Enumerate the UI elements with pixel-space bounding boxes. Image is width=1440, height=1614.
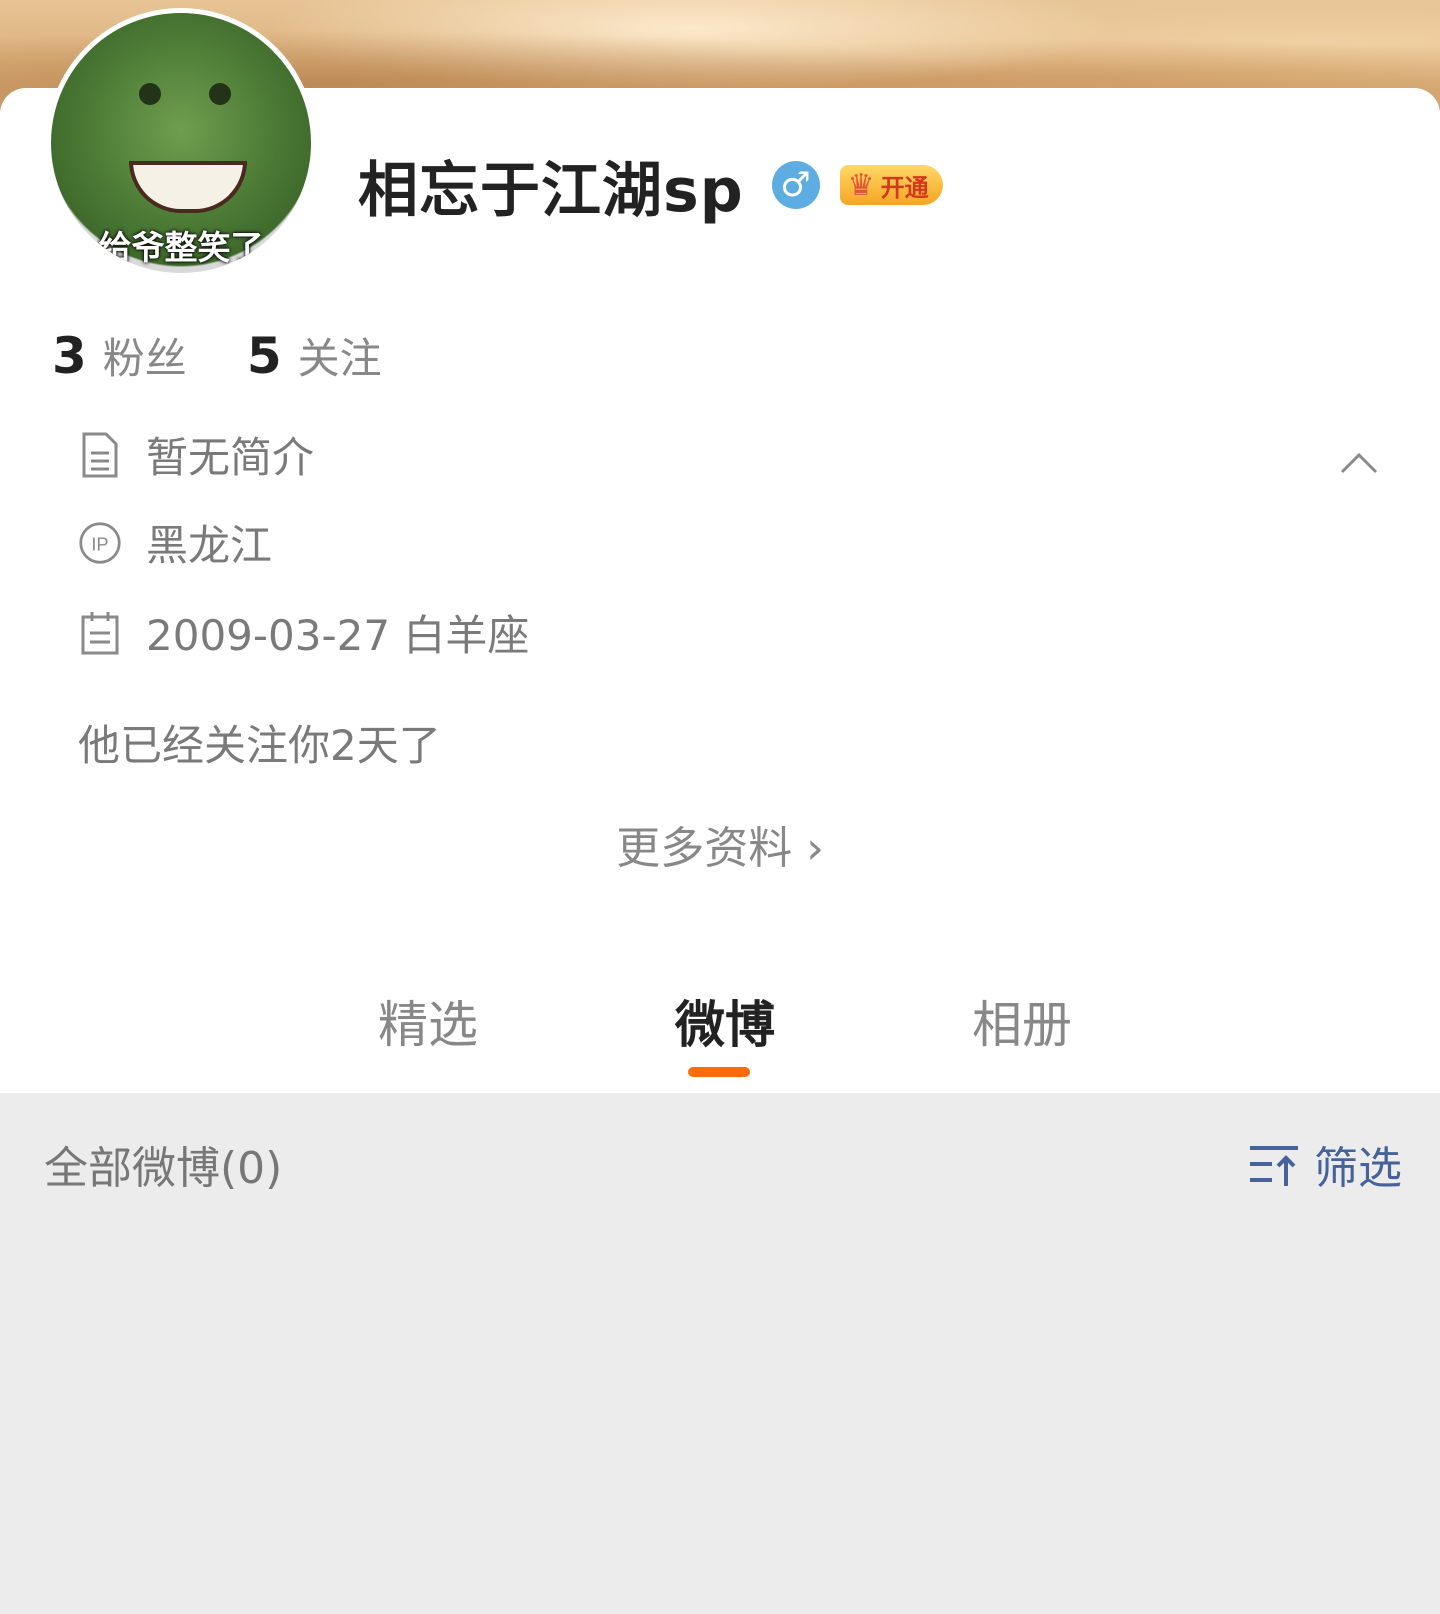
ip-location: 黑龙江 <box>146 521 273 570</box>
avatar[interactable]: 给爷整笑了 <box>46 8 316 278</box>
avatar-eye <box>209 83 231 105</box>
bio-text: 暂无简介 <box>146 433 315 482</box>
vip-label: 开通 <box>880 173 929 202</box>
more-info-link[interactable]: 更多资料 › <box>0 812 1440 876</box>
ip-row: IP 黑龙江 <box>78 512 272 573</box>
bio-row[interactable]: 暂无简介 <box>78 424 314 485</box>
ip-icon: IP <box>79 521 121 564</box>
filter-button[interactable]: 筛选 <box>1248 1132 1402 1196</box>
sort-filter-icon <box>1250 1146 1298 1186</box>
profile-tabs: 精选 微博 相册 <box>0 985 1440 1055</box>
document-icon <box>82 432 118 477</box>
vip-open-button[interactable]: ♛ 开通 <box>839 165 943 205</box>
svg-text:IP: IP <box>91 533 108 554</box>
tab-album[interactable]: 相册 <box>972 985 1072 1057</box>
crown-icon: ♛ <box>847 167 875 203</box>
follow-duration-note: 他已经关注你2天了 <box>78 721 441 770</box>
all-posts-header[interactable]: 全部微博(0) <box>44 1132 282 1196</box>
tab-featured[interactable]: 精选 <box>378 985 478 1057</box>
followers-label[interactable]: 粉丝 <box>103 325 187 386</box>
filter-label: 筛选 <box>1314 1143 1402 1194</box>
birthday-row: 2009-03-27 白羊座 <box>78 602 529 663</box>
name-row: 相忘于江湖sp ♂ ♛ 开通 <box>358 150 943 226</box>
stats-row: 3 粉丝 5 关注 <box>52 325 442 386</box>
following-label[interactable]: 关注 <box>298 325 382 386</box>
calendar-icon <box>81 611 119 654</box>
active-tab-indicator <box>688 1067 750 1077</box>
user-name: 相忘于江湖sp <box>358 155 744 226</box>
avatar-eye <box>139 83 161 105</box>
male-icon: ♂ <box>771 161 820 209</box>
followers-count[interactable]: 3 <box>52 327 87 385</box>
tab-weibo[interactable]: 微博 <box>675 985 775 1057</box>
avatar-teeth <box>129 161 247 213</box>
birthday-text: 2009-03-27 白羊座 <box>146 611 530 660</box>
avatar-caption: 给爷整笑了 <box>98 228 264 267</box>
chevron-up-icon[interactable] <box>1340 452 1378 474</box>
following-count[interactable]: 5 <box>247 327 282 385</box>
